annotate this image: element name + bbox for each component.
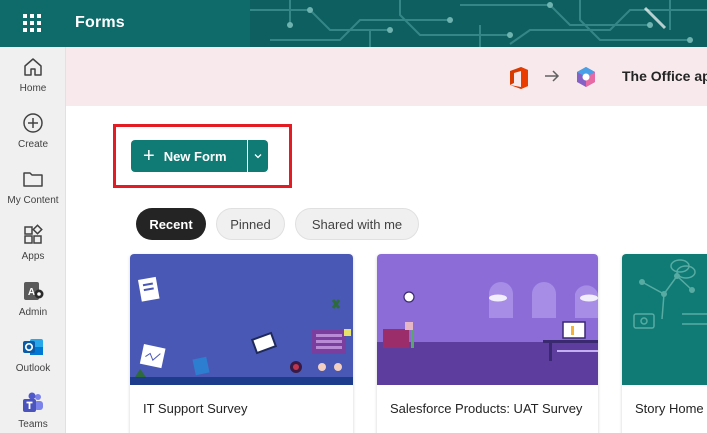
rail-item-apps[interactable]: Apps	[0, 223, 66, 275]
office-logo-icon	[510, 67, 528, 89]
new-form-dropdown-button[interactable]	[248, 140, 268, 172]
outlook-icon	[23, 339, 43, 355]
teams-icon	[23, 392, 43, 412]
rail-item-home[interactable]: Home	[0, 55, 66, 107]
admin-icon: A	[24, 282, 44, 300]
left-rail: Home Create My Content Apps A Admin Outl…	[0, 47, 66, 433]
svg-text:A: A	[28, 287, 35, 298]
rail-item-label: My Content	[7, 195, 59, 206]
rail-item-label: Home	[19, 83, 47, 94]
new-form-button[interactable]: + New Form	[131, 140, 247, 172]
folder-icon	[23, 172, 43, 187]
home-icon	[24, 58, 42, 76]
apps-icon	[24, 224, 43, 244]
m365-copilot-logo-icon	[577, 67, 595, 87]
rail-item-teams[interactable]: Teams	[0, 391, 66, 433]
announcement-banner: The Office ap	[66, 47, 707, 106]
card-thumbnail	[622, 254, 707, 385]
new-form-label: New Form	[163, 148, 227, 164]
banner-text[interactable]: The Office ap	[622, 68, 707, 84]
arrow-right-icon	[545, 70, 560, 82]
rail-item-admin[interactable]: A Admin	[0, 279, 66, 331]
card-thumbnail	[377, 254, 598, 385]
rail-item-outlook[interactable]: Outlook	[0, 335, 66, 387]
card-title: Story Home	[635, 401, 704, 416]
rail-item-label: Admin	[18, 307, 48, 318]
form-card[interactable]: IT Support Survey	[130, 254, 353, 433]
rail-item-label: Teams	[18, 419, 48, 430]
rail-item-label: Apps	[21, 251, 45, 262]
tab-pinned[interactable]: Pinned	[216, 208, 285, 240]
circuit-pattern	[250, 0, 707, 47]
tab-recent[interactable]: Recent	[136, 208, 206, 240]
rail-item-create[interactable]: Create	[0, 111, 66, 163]
app-launcher-icon[interactable]	[22, 13, 42, 33]
card-title: Salesforce Products: UAT Survey	[390, 401, 583, 416]
rail-item-label: Outlook	[15, 363, 51, 374]
plus-icon: +	[143, 145, 155, 167]
tab-shared-with-me[interactable]: Shared with me	[295, 208, 419, 240]
card-thumbnail	[130, 254, 353, 385]
card-title: IT Support Survey	[143, 401, 248, 416]
plus-circle-icon	[23, 113, 43, 133]
top-header: Forms	[0, 0, 707, 47]
form-card[interactable]: Story Home	[622, 254, 707, 433]
chevron-down-icon	[254, 154, 262, 159]
rail-item-my-content[interactable]: My Content	[0, 167, 66, 219]
form-card[interactable]: Salesforce Products: UAT Survey	[377, 254, 598, 433]
app-title[interactable]: Forms	[75, 14, 125, 32]
rail-item-label: Create	[17, 139, 48, 150]
